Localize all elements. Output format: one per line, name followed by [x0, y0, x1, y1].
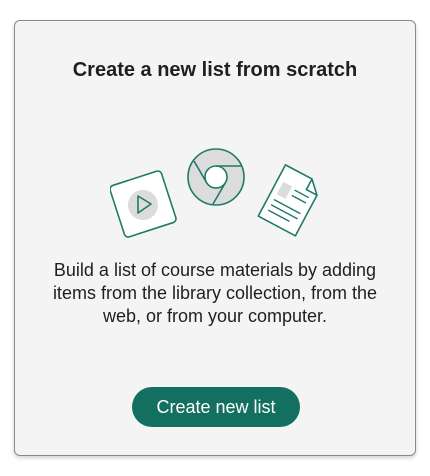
- video-play-icon: [110, 170, 177, 238]
- web-browser-icon: [187, 148, 245, 206]
- illustration: [110, 148, 318, 238]
- card-title: Create a new list from scratch: [72, 59, 358, 81]
- create-list-card: Create a new list from scratch Build a l…: [14, 20, 416, 456]
- document-icon: [257, 164, 318, 237]
- card-description: Build a list of course materials by addi…: [52, 260, 378, 326]
- create-new-list-button[interactable]: Create new list: [132, 387, 300, 427]
